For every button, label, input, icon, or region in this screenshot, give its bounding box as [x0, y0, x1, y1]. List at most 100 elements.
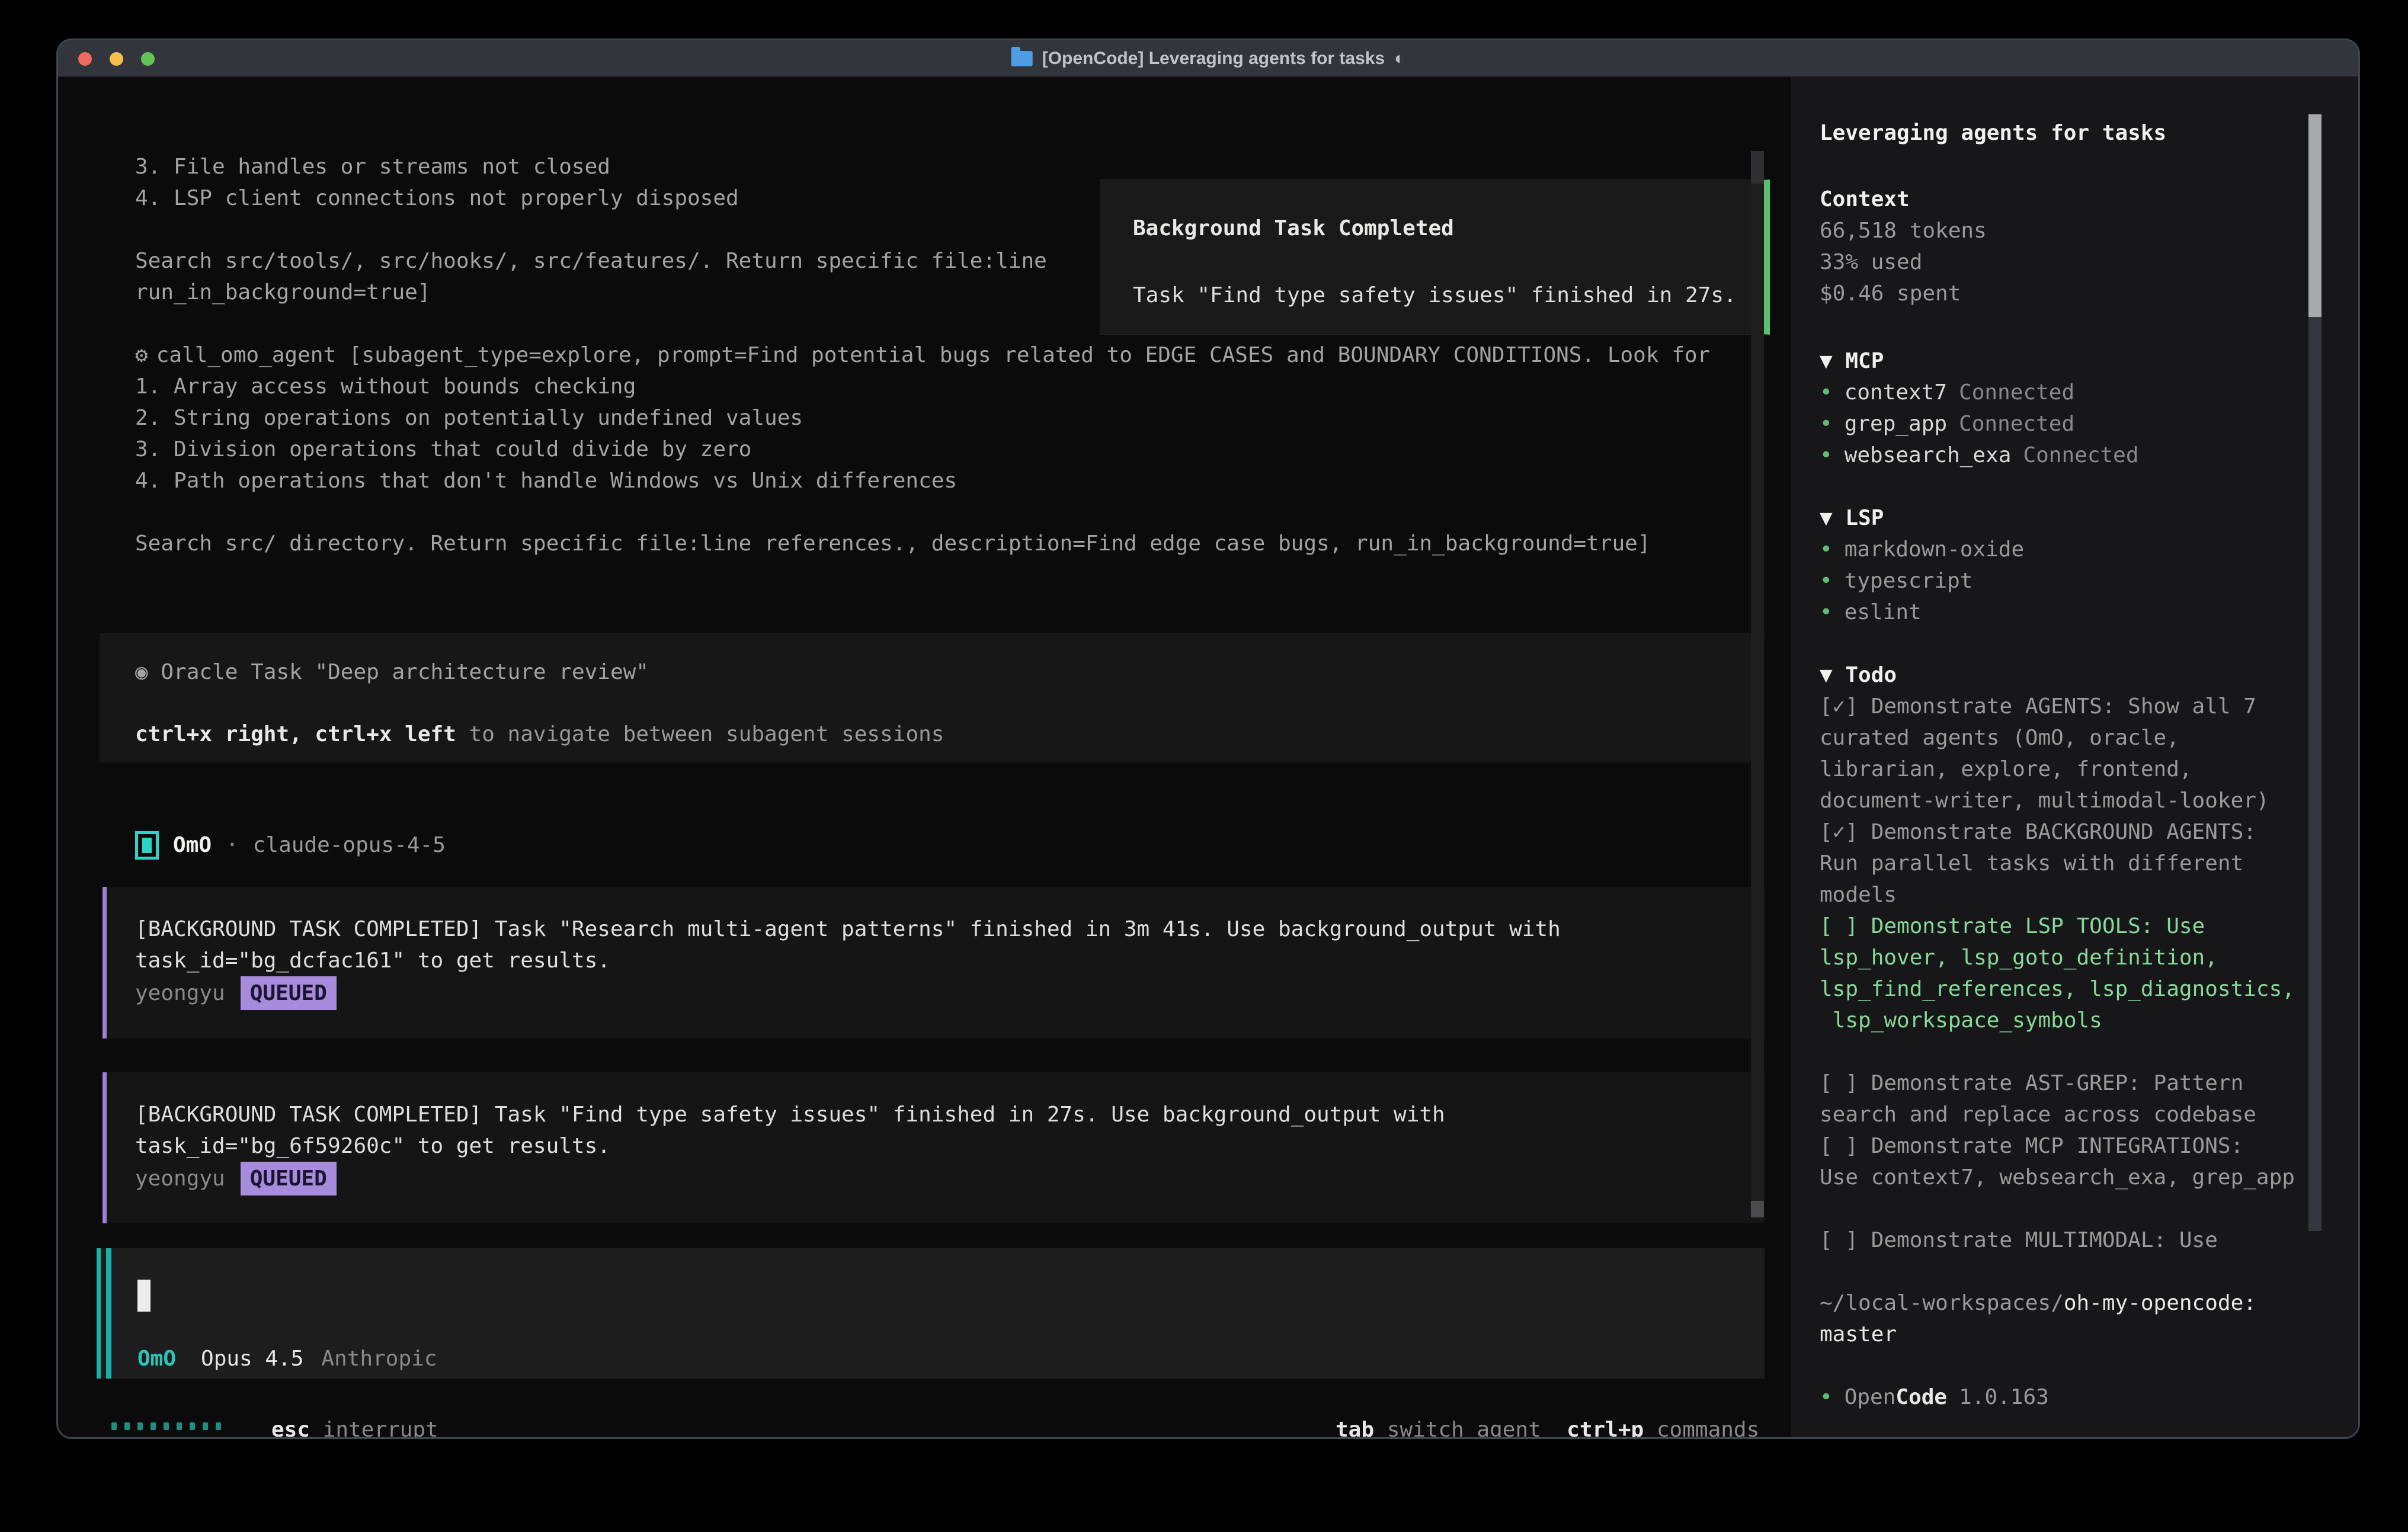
status-dot-icon: •: [1820, 597, 1833, 628]
lsp-item: •typescript: [1820, 565, 1972, 597]
background-task-toast[interactable]: Background Task Completed Task "Find typ…: [1100, 180, 1770, 335]
mcp-item: •websearch_exaConnected: [1820, 440, 2139, 471]
separator-dot: ·: [226, 829, 239, 861]
folder-icon: [1011, 51, 1033, 66]
session-title: Leveraging agents for tasks: [1820, 117, 2166, 149]
input-agent-label: OmO: [137, 1343, 176, 1374]
spinner-dot: [137, 1422, 143, 1430]
output-line: 2. String operations on potentially unde…: [135, 402, 803, 434]
spinner-dot: [150, 1422, 156, 1430]
spinner-dot: [177, 1422, 182, 1430]
queued-badge: QUEUED: [241, 976, 337, 1010]
gear-icon: ⚙: [135, 343, 148, 367]
spinner-dot: [164, 1422, 169, 1430]
todo-item: [✓] Demonstrate AGENTS: Show all 7 curat…: [1820, 691, 2317, 816]
todo-item: [ ] Demonstrate AST-GREP: Pattern search…: [1820, 1068, 2317, 1130]
chat-scrollbar[interactable]: [1751, 151, 1764, 1217]
interrupt-hint: esc interrupt: [271, 1414, 438, 1439]
spinner-dot: [190, 1422, 195, 1430]
message-text: [BACKGROUND TASK COMPLETED] Task "Resear…: [135, 914, 1735, 976]
chat-scrollbar-thumb[interactable]: [1751, 151, 1764, 184]
input-model-label: Opus 4.5: [201, 1343, 303, 1374]
spinner-dot: [216, 1422, 221, 1430]
todo-item: [✓] Demonstrate BACKGROUND AGENTS: Run p…: [1820, 816, 2317, 911]
spinner-dot: [111, 1422, 117, 1430]
context-heading: Context: [1820, 184, 1910, 215]
model-info-row: OmO Opus 4.5 Anthropic: [137, 1343, 437, 1374]
subagent-nav-hint: ctrl+x right, ctrl+x left to navigate be…: [135, 719, 944, 750]
output-line: Search src/ directory. Return specific f…: [135, 528, 1651, 559]
oracle-task-title: ◉ Oracle Task "Deep architecture review": [135, 656, 649, 688]
spinner-dot: [124, 1422, 130, 1430]
tool-call-text: call_omo_agent [subagent_type=explore, p…: [156, 343, 1711, 367]
toast-title: Background Task Completed: [1133, 213, 1454, 244]
prompt-input[interactable]: OmO Opus 4.5 Anthropic: [97, 1248, 1765, 1379]
output-line: 1. Array access without bounds checking: [135, 371, 636, 402]
status-dot-icon: •: [1820, 408, 1833, 440]
app-window: [OpenCode] Leveraging agents for tasks ◐…: [56, 39, 2360, 1439]
workspace-path: ~/local-workspaces/oh-my-opencode: maste…: [1820, 1287, 2317, 1350]
version-row: • Open Code 1.0.163: [1820, 1382, 2049, 1413]
mcp-section-header[interactable]: ▼ MCP: [1820, 345, 1884, 377]
zoom-button[interactable]: [141, 52, 155, 66]
moon-status-icon: ◐: [1394, 49, 1405, 69]
status-dot-icon: •: [1820, 565, 1833, 597]
task-completed-message: [BACKGROUND TASK COMPLETED] Task "Find t…: [103, 1072, 1765, 1223]
mcp-item: •context7Connected: [1820, 377, 2074, 408]
message-author: yeongyu: [135, 977, 225, 1009]
status-dot-icon: •: [1820, 534, 1833, 565]
todo-list: [✓] Demonstrate AGENTS: Show all 7 curat…: [1820, 691, 2317, 1256]
spinner-dot: [203, 1422, 208, 1430]
output-line: 3. File handles or streams not closed: [135, 151, 610, 182]
window-title: [OpenCode] Leveraging agents for tasks ◐: [1011, 40, 1405, 77]
status-bar: esc interrupt tab switch agent ctrl+p co…: [58, 1414, 1791, 1439]
lsp-item: •markdown-oxide: [1820, 534, 2024, 565]
input-provider-label: Anthropic: [321, 1343, 437, 1374]
keyboard-hints: tab switch agent ctrl+p commands: [1336, 1414, 1759, 1439]
sidebar-scrollbar-thumb[interactable]: [2308, 114, 2321, 317]
context-tokens: 66,518 tokens: [1820, 215, 1987, 246]
sidebar-scrollbar[interactable]: [2308, 114, 2321, 1231]
activity-spinner: [111, 1422, 221, 1430]
toast-body: Task "Find type safety issues" finished …: [1133, 280, 1737, 311]
agent-model: claude-opus-4-5: [253, 829, 446, 861]
todo-item: [ ] Demonstrate MCP INTEGRATIONS: Use co…: [1820, 1130, 2317, 1193]
traffic-lights: [78, 52, 155, 66]
message-author: yeongyu: [135, 1163, 225, 1194]
close-button[interactable]: [78, 52, 92, 66]
record-icon: ◉: [135, 660, 148, 684]
queued-badge: QUEUED: [241, 1162, 337, 1196]
status-dot-icon: •: [1820, 440, 1833, 471]
output-line: run_in_background=true]: [135, 277, 431, 308]
titlebar: [OpenCode] Leveraging agents for tasks ◐: [58, 40, 2358, 77]
hint-keys: ctrl+x right, ctrl+x left: [135, 722, 456, 746]
agent-omo-icon: [135, 831, 159, 860]
todo-item-active: [ ] Demonstrate LSP TOOLS: Use lsp_hover…: [1820, 911, 2317, 1036]
todo-item: [ ] Demonstrate MULTIMODAL: Use: [1820, 1225, 2317, 1256]
minimize-button[interactable]: [110, 52, 123, 66]
context-spent: $0.46 spent: [1820, 278, 1961, 309]
task-completed-message: [BACKGROUND TASK COMPLETED] Task "Resear…: [103, 887, 1765, 1039]
agent-name: OmO: [173, 829, 212, 861]
message-text: [BACKGROUND TASK COMPLETED] Task "Find t…: [135, 1099, 1735, 1162]
context-used: 33% used: [1820, 246, 1922, 278]
output-line: Search src/tools/, src/hooks/, src/featu…: [135, 245, 1047, 277]
tool-call-line: ⚙ call_omo_agent [subagent_type=explore, …: [135, 339, 1710, 371]
hint-text: to navigate between subagent sessions: [456, 722, 944, 746]
window-title-text: [OpenCode] Leveraging agents for tasks: [1042, 49, 1385, 69]
output-line: 4. Path operations that don't handle Win…: [135, 465, 957, 496]
message-meta: yeongyu QUEUED: [135, 1162, 337, 1196]
output-line: 4. LSP client connections not properly d…: [135, 182, 739, 214]
agent-session-header: OmO · claude-opus-4-5: [135, 829, 446, 861]
mcp-item: •grep_appConnected: [1820, 408, 2074, 440]
text-cursor: [137, 1280, 150, 1312]
todo-section-header[interactable]: ▼ Todo: [1820, 659, 1897, 691]
chat-scrollbar-thumb[interactable]: [1751, 1201, 1764, 1217]
lsp-section-header[interactable]: ▼ LSP: [1820, 502, 1884, 534]
lsp-item: •eslint: [1820, 597, 1922, 628]
status-dot-icon: •: [1820, 377, 1833, 408]
status-dot-icon: •: [1820, 1382, 1833, 1413]
message-meta: yeongyu QUEUED: [135, 976, 337, 1010]
chat-area: 3. File handles or streams not closed 4.…: [58, 77, 1791, 1439]
output-line: 3. Division operations that could divide…: [135, 434, 751, 465]
